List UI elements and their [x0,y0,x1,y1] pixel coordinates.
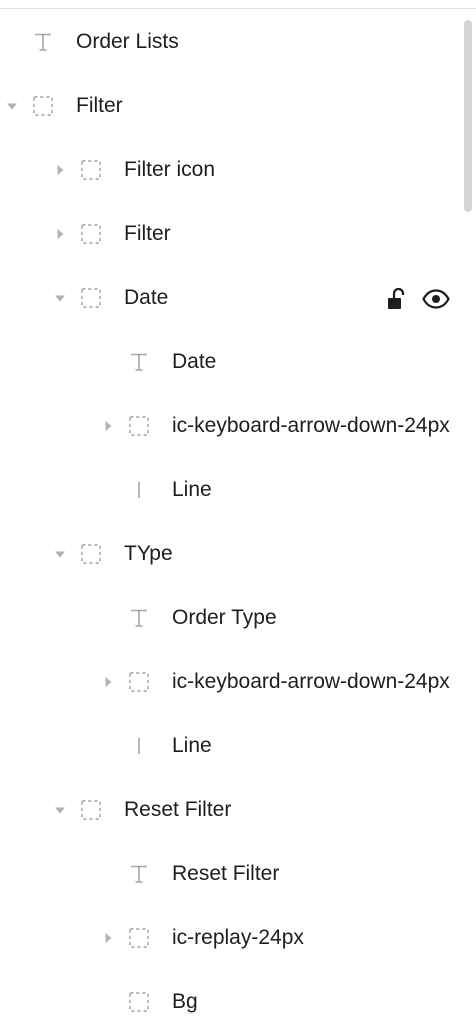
frame-layer-icon [32,95,54,117]
layer-name: Order Type [172,606,277,629]
layer-name: Line [172,734,212,757]
text-layer-icon [128,607,150,629]
chevron-down-icon[interactable] [6,100,18,112]
chevron-right-icon[interactable] [54,164,66,176]
layer-row[interactable]: Reset Filter [0,842,476,906]
frame-layer-icon [80,159,102,181]
text-layer-icon [128,863,150,885]
layer-row[interactable]: Date [0,266,476,330]
chevron-right-icon[interactable] [102,932,114,944]
layer-name: Bg [172,990,198,1013]
unlock-icon[interactable] [386,286,408,312]
frame-layer-icon [128,671,150,693]
layer-name: ic-replay-24px [172,926,304,949]
layer-actions [386,286,450,312]
line-layer-icon [128,479,150,501]
frame-layer-icon [80,543,102,565]
layer-name: Reset Filter [124,798,232,821]
layer-name: Line [172,478,212,501]
layer-name: TYpe [124,542,173,565]
layer-name: ic-keyboard-arrow-down-24px [172,414,450,437]
layer-row[interactable]: Order Lists [0,10,476,74]
panel-top-divider [0,8,476,9]
frame-layer-icon [80,799,102,821]
frame-layer-icon [80,223,102,245]
chevron-right-icon[interactable] [102,676,114,688]
layer-name: Date [172,350,217,373]
chevron-down-icon[interactable] [54,548,66,560]
text-layer-icon [128,351,150,373]
layer-row[interactable]: Reset Filter [0,778,476,842]
layer-row[interactable]: ic-replay-24px [0,906,476,970]
layer-row[interactable]: Filter icon [0,138,476,202]
layer-row[interactable]: TYpe [0,522,476,586]
layer-row[interactable]: Order Type [0,586,476,650]
chevron-down-icon[interactable] [54,804,66,816]
scrollbar[interactable] [460,10,476,998]
layer-name: Filter [124,222,171,245]
scrollbar-thumb[interactable] [464,20,472,212]
frame-layer-icon [128,927,150,949]
layer-row[interactable]: Filter [0,74,476,138]
text-layer-icon [32,31,54,53]
frame-layer-icon [128,415,150,437]
chevron-down-icon[interactable] [54,292,66,304]
line-layer-icon [128,735,150,757]
layer-row[interactable]: Date [0,330,476,394]
chevron-right-icon[interactable] [102,420,114,432]
layers-tree: Order Lists Filter Filter icon Filter Date Da… [0,10,476,1034]
layer-name: Reset Filter [172,862,280,885]
layer-name: Filter icon [124,158,216,181]
layer-row[interactable]: Filter [0,202,476,266]
chevron-right-icon[interactable] [54,228,66,240]
layer-name: ic-keyboard-arrow-down-24px [172,670,450,693]
layer-row[interactable]: Bg [0,970,476,1034]
layer-name: Filter [76,94,123,117]
layer-row[interactable]: Line [0,714,476,778]
layer-row[interactable]: ic-keyboard-arrow-down-24px [0,394,476,458]
layer-row[interactable]: Line [0,458,476,522]
frame-layer-icon [128,991,150,1013]
layer-name: Order Lists [76,30,179,53]
frame-layer-icon [80,287,102,309]
layer-row[interactable]: ic-keyboard-arrow-down-24px [0,650,476,714]
layer-name: Date [124,286,169,309]
eye-icon[interactable] [422,289,450,309]
